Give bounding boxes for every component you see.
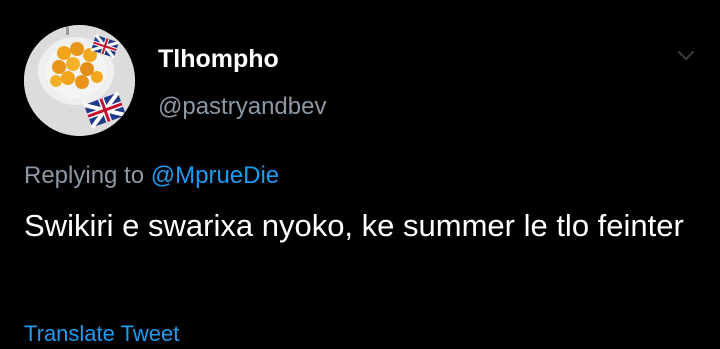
tweet-card: Tlhompho @pastryandbev Replying to @Mpru… xyxy=(0,0,720,346)
author-avatar[interactable] xyxy=(24,25,135,136)
replying-to-label: Replying to xyxy=(24,162,151,189)
replying-to-line: Replying to @MprueDie xyxy=(24,160,279,192)
profile-photo-icon xyxy=(24,25,135,136)
author-display-name[interactable]: Tlhompho xyxy=(158,44,279,74)
translate-tweet-link[interactable]: Translate Tweet xyxy=(24,319,179,349)
tweet-text: Swikiri e swarixa nyoko, ke summer le tl… xyxy=(24,208,684,243)
reply-mention-link[interactable]: @MprueDie xyxy=(151,162,279,189)
tweet-menu-button[interactable] xyxy=(674,46,698,66)
author-handle[interactable]: @pastryandbev xyxy=(158,92,326,122)
chevron-down-icon xyxy=(678,51,694,60)
